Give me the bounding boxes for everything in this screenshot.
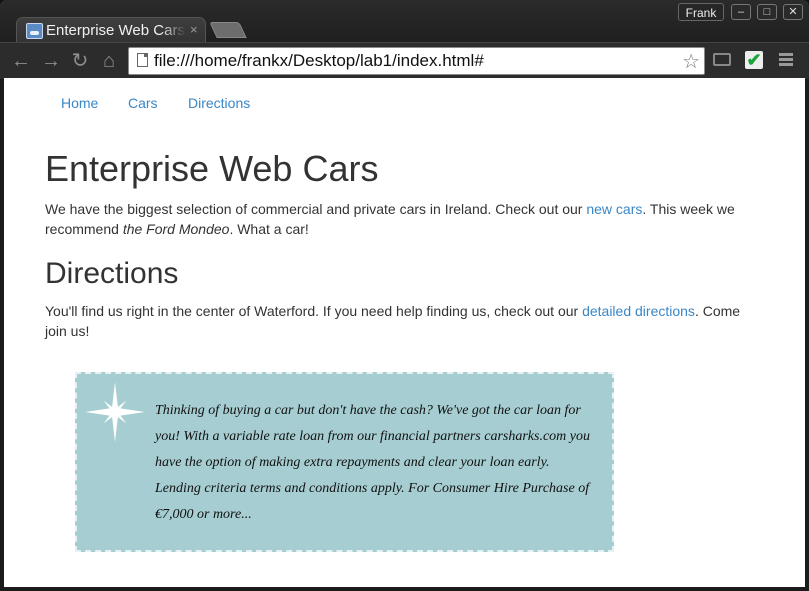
profile-button[interactable]: Frank <box>678 3 724 21</box>
new-tab-button[interactable] <box>209 22 247 38</box>
site-nav: Home Cars Directions <box>4 78 805 128</box>
new-cars-link[interactable]: new cars <box>586 201 642 217</box>
promo-text: Thinking of buying a car but don't have … <box>155 403 590 522</box>
directions-text-1: You'll find us right in the center of Wa… <box>45 303 583 319</box>
intro-paragraph: We have the biggest selection of commerc… <box>45 199 765 239</box>
hamburger-menu-icon[interactable] <box>779 53 793 68</box>
bookmark-star-icon[interactable]: ☆ <box>682 49 700 74</box>
cast-icon[interactable] <box>713 53 731 66</box>
home-icon[interactable]: ⌂ <box>97 49 121 73</box>
nav-directions-link[interactable]: Directions <box>188 95 250 111</box>
nav-cars-link[interactable]: Cars <box>128 95 158 111</box>
browser-toolbar: ← → ↻ ⌂ file:///home/frankx/Desktop/lab1… <box>0 42 809 79</box>
browser-tab[interactable]: Enterprise Web Cars × <box>16 17 206 43</box>
page-viewport: Home Cars Directions Enterprise Web Cars… <box>4 78 805 587</box>
sparkle-icon <box>85 382 145 442</box>
intro-text-3: . What a car! <box>229 221 309 237</box>
directions-heading: Directions <box>45 257 179 290</box>
forward-arrow-icon[interactable]: → <box>39 49 63 73</box>
car-favicon-icon <box>26 23 43 39</box>
back-arrow-icon[interactable]: ← <box>9 49 33 73</box>
page-icon <box>137 53 148 67</box>
detailed-directions-link[interactable]: detailed directions <box>582 303 695 319</box>
close-window-button[interactable]: ✕ <box>783 4 803 20</box>
tab-title: Enterprise Web Cars <box>46 22 185 39</box>
nav-home-link[interactable]: Home <box>61 95 98 111</box>
address-bar[interactable]: file:///home/frankx/Desktop/lab1/index.h… <box>128 47 705 75</box>
car-loan-promo: Thinking of buying a car but don't have … <box>75 372 614 552</box>
tab-close-icon[interactable]: × <box>190 22 198 37</box>
checkmark-extension-icon[interactable]: ✔ <box>745 51 763 69</box>
browser-window: Enterprise Web Cars × Frank – □ ✕ ← → ↻ … <box>0 0 809 591</box>
tab-strip: Enterprise Web Cars × Frank – □ ✕ <box>0 0 809 43</box>
url-text[interactable]: file:///home/frankx/Desktop/lab1/index.h… <box>154 51 484 71</box>
minimize-button[interactable]: – <box>731 4 751 20</box>
maximize-button[interactable]: □ <box>757 4 777 20</box>
recommended-car: the Ford Mondeo <box>122 221 230 237</box>
page-title: Enterprise Web Cars <box>45 148 379 189</box>
reload-icon[interactable]: ↻ <box>68 49 92 73</box>
intro-text-1: We have the biggest selection of commerc… <box>45 201 587 217</box>
directions-paragraph: You'll find us right in the center of Wa… <box>45 301 765 341</box>
